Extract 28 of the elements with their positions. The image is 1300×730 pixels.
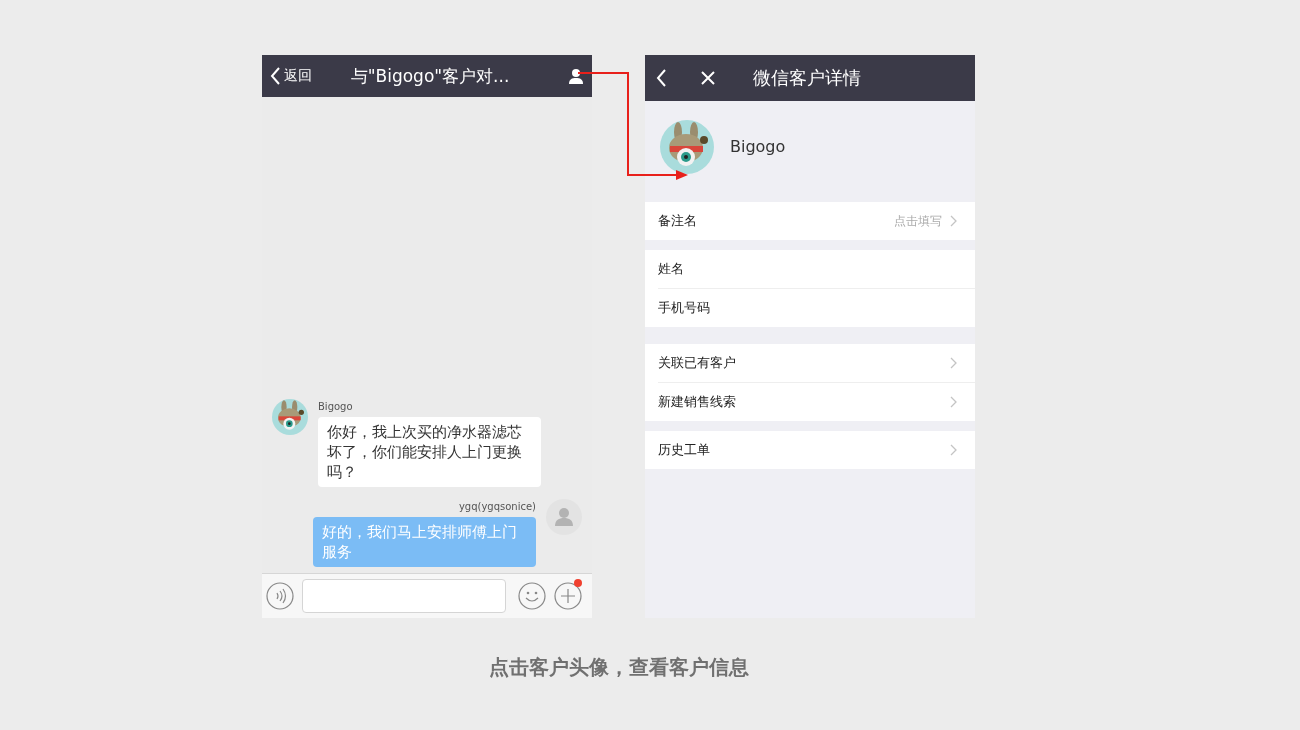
- avatar-icon[interactable]: [660, 119, 714, 174]
- voice-icon[interactable]: [266, 582, 294, 610]
- message-bubble: 你好，我上次买的净水器滤芯坏了，你们能安排人上门更换吗？: [318, 417, 541, 487]
- back-button[interactable]: 返回: [270, 67, 312, 85]
- customer-name: Bigogo: [730, 137, 786, 156]
- avatar-icon[interactable]: [272, 399, 308, 435]
- sender-name: Bigogo: [318, 401, 353, 412]
- chat-title: 与"Bigogo"客户对...: [349, 64, 511, 88]
- message-input[interactable]: [302, 579, 506, 613]
- chevron-icon: [950, 444, 957, 456]
- chevron-icon: [950, 357, 957, 369]
- back-icon: [270, 67, 280, 85]
- emoji-icon[interactable]: [518, 582, 546, 610]
- chevron-icon: [950, 215, 957, 227]
- field-label[interactable]: 新建销售线索: [658, 393, 950, 411]
- field-label[interactable]: 关联已有客户: [658, 354, 950, 372]
- caption: 点击客户头像，查看客户信息: [487, 654, 750, 681]
- close-button[interactable]: [701, 71, 715, 85]
- back-button[interactable]: [655, 69, 667, 87]
- field-label: 姓名: [658, 260, 685, 278]
- plus-icon[interactable]: [554, 582, 582, 610]
- sender-name: ygq(ygqsonice): [458, 501, 536, 512]
- page-title: 微信客户详情: [753, 66, 861, 90]
- chevron-icon: [950, 396, 957, 408]
- message-bubble: 好的，我们马上安排师傅上门服务: [313, 517, 536, 567]
- user-icon[interactable]: [568, 68, 584, 84]
- field-label: 手机号码: [658, 299, 711, 317]
- field-label[interactable]: 备注名: [658, 212, 894, 230]
